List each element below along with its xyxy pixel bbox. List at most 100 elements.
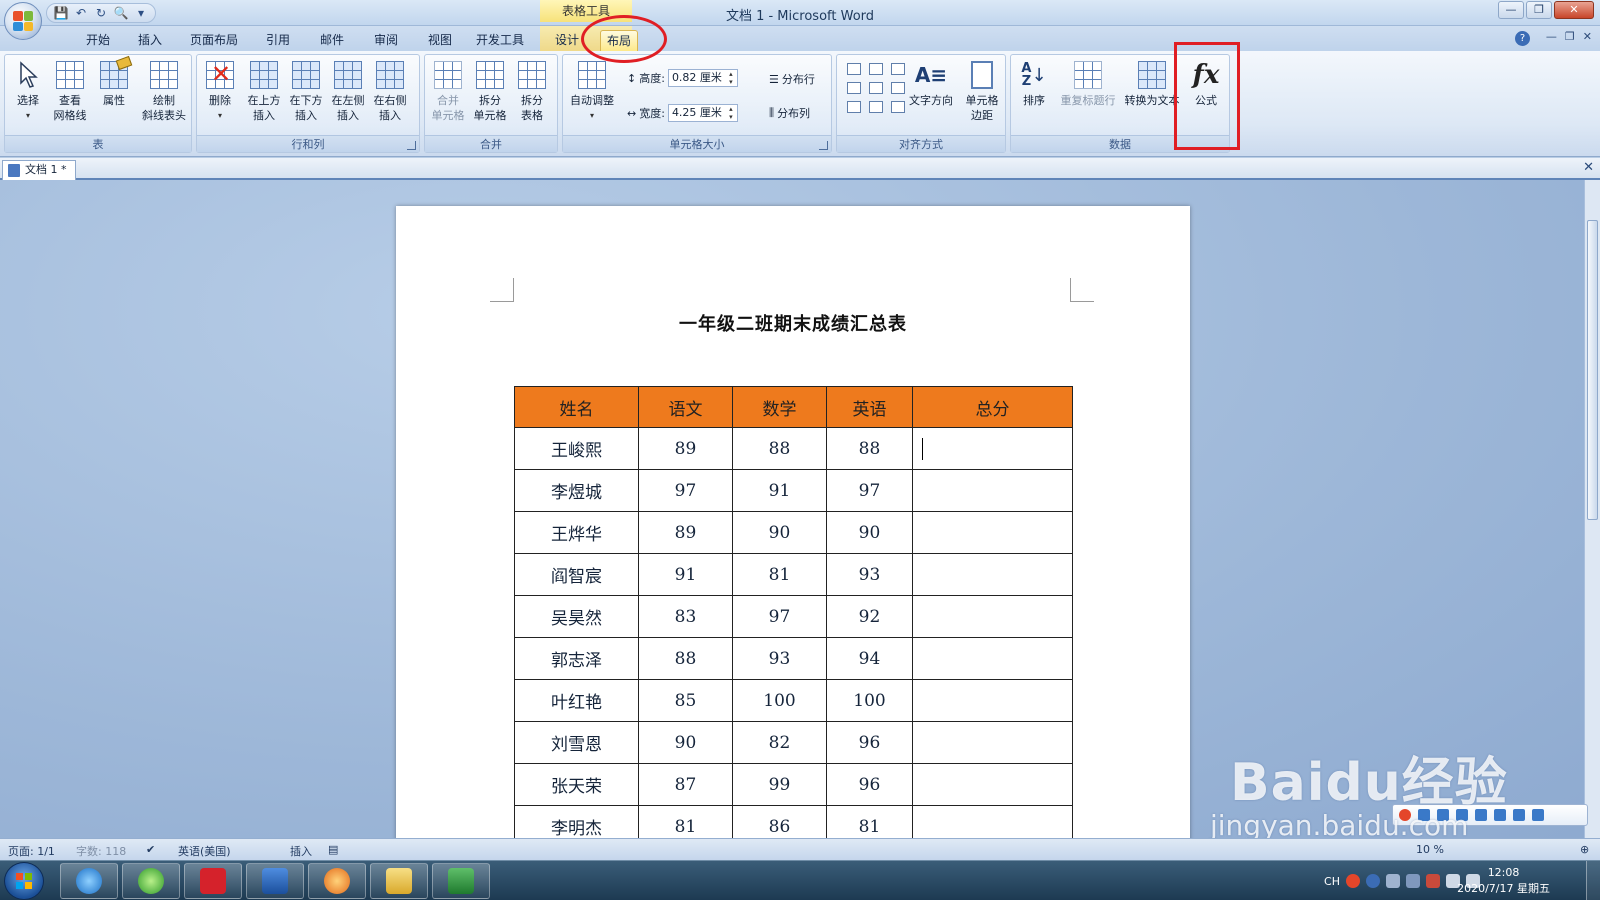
doc-minimize-icon[interactable]: —: [1546, 30, 1557, 43]
maximize-button[interactable]: ❐: [1526, 1, 1552, 19]
table-cell[interactable]: 叶红艳: [514, 679, 639, 722]
status-zoom-level[interactable]: 10 %: [1416, 843, 1444, 856]
table-cell[interactable]: 81: [826, 805, 913, 838]
tab-6[interactable]: 视图: [422, 30, 458, 51]
align-bottom-left-icon[interactable]: [847, 101, 861, 113]
distribute-rows-button[interactable]: ☰ 分布行: [769, 71, 815, 87]
doc-close-icon[interactable]: ✕: [1583, 30, 1592, 43]
table-cell[interactable]: 83: [638, 595, 733, 638]
table-cell[interactable]: 87: [638, 763, 733, 806]
ime-tools-icon[interactable]: [1532, 809, 1544, 821]
status-page[interactable]: 页面: 1/1: [8, 843, 55, 859]
table-cell[interactable]: 90: [826, 511, 913, 554]
align-top-left-icon[interactable]: [847, 63, 861, 75]
document-tab[interactable]: 文档 1 *: [2, 160, 76, 180]
insert-right-button[interactable]: 在右侧 插入: [369, 59, 411, 123]
table-cell[interactable]: 100: [732, 679, 827, 722]
column-header[interactable]: 姓名: [514, 386, 639, 428]
table-cell[interactable]: 郭志泽: [514, 637, 639, 680]
delete-button[interactable]: ✕ 删除 ▾: [199, 59, 241, 123]
table-cell[interactable]: 张天荣: [514, 763, 639, 806]
ime-mode-icon[interactable]: [1418, 809, 1430, 821]
minimize-button[interactable]: —: [1498, 1, 1524, 19]
table-cell[interactable]: 89: [638, 427, 733, 470]
print-preview-icon[interactable]: 🔍: [113, 5, 129, 21]
table-cell[interactable]: 97: [732, 595, 827, 638]
rows-columns-launcher-icon[interactable]: [407, 141, 416, 150]
align-middle-left-icon[interactable]: [847, 82, 861, 94]
table-cell[interactable]: 91: [638, 553, 733, 596]
column-header[interactable]: 语文: [638, 386, 733, 428]
sort-button[interactable]: A Z ↓ 排序: [1013, 59, 1055, 108]
table-cell[interactable]: 90: [638, 721, 733, 764]
table-cell[interactable]: 85: [638, 679, 733, 722]
chevron-down-icon[interactable]: ▾: [133, 5, 149, 21]
text-direction-button[interactable]: A≡ 文字方向: [905, 59, 957, 108]
split-table-button[interactable]: 拆分 表格: [511, 59, 553, 123]
table-cell[interactable]: [912, 553, 1073, 596]
table-cell[interactable]: 刘雪恩: [514, 721, 639, 764]
office-button[interactable]: [4, 2, 42, 40]
table-cell[interactable]: 82: [732, 721, 827, 764]
tab-2[interactable]: 页面布局: [184, 30, 244, 51]
repeat-header-rows-button[interactable]: 重复标题行: [1057, 59, 1119, 108]
table-cell[interactable]: 81: [638, 805, 733, 838]
convert-to-text-button[interactable]: 转换为文本: [1121, 59, 1183, 108]
save-icon[interactable]: 💾: [53, 5, 69, 21]
table-cell[interactable]: 97: [826, 469, 913, 512]
tab-0[interactable]: 开始: [80, 30, 116, 51]
merge-cells-button[interactable]: 合并 单元格: [427, 59, 469, 123]
split-cells-button[interactable]: 拆分 单元格: [469, 59, 511, 123]
taskbar-media[interactable]: [308, 863, 366, 899]
table-cell[interactable]: 94: [826, 637, 913, 680]
tab-3[interactable]: 引用: [260, 30, 296, 51]
properties-button[interactable]: 属性: [93, 55, 135, 108]
column-header[interactable]: 数学: [732, 386, 827, 428]
view-gridlines-button[interactable]: 查看 网格线: [49, 59, 91, 123]
table-cell[interactable]: 89: [638, 511, 733, 554]
autofit-button[interactable]: 自动调整 ▾: [565, 59, 619, 123]
scrollbar-thumb[interactable]: [1587, 220, 1598, 520]
tray-lang[interactable]: CH: [1324, 875, 1340, 888]
taskbar-excel[interactable]: [432, 863, 490, 899]
table-cell[interactable]: 92: [826, 595, 913, 638]
taskbar-ie[interactable]: [60, 863, 118, 899]
table-cell[interactable]: 李煜城: [514, 469, 639, 512]
table-cell[interactable]: 93: [732, 637, 827, 680]
spellcheck-icon[interactable]: ✔: [146, 843, 155, 856]
table-cell[interactable]: 王烨华: [514, 511, 639, 554]
cell-margins-button[interactable]: 单元格 边距: [959, 59, 1005, 123]
table-cell[interactable]: [912, 637, 1073, 680]
cell-size-launcher-icon[interactable]: [819, 141, 828, 150]
table-cell[interactable]: 李明杰: [514, 805, 639, 838]
ime-voice-icon[interactable]: [1475, 809, 1487, 821]
height-input[interactable]: 0.82 厘米: [667, 69, 738, 87]
sogou-tray-icon[interactable]: [1346, 874, 1360, 888]
network-tray-icon[interactable]: [1406, 874, 1420, 888]
document-page[interactable]: 一年级二班期末成绩汇总表 姓名 语文 数学 英语 总分 王峻熙 89 88 88 李煜城 97 91…: [396, 206, 1190, 838]
tab-1[interactable]: 插入: [132, 30, 168, 51]
zoom-in-icon[interactable]: ⊕: [1580, 843, 1589, 856]
taskbar-explorer[interactable]: [370, 863, 428, 899]
close-button[interactable]: ✕: [1554, 1, 1594, 19]
table-cell[interactable]: 96: [826, 721, 913, 764]
align-middle-center-icon[interactable]: [869, 82, 883, 94]
taskbar-word[interactable]: [246, 863, 304, 899]
table-cell[interactable]: [912, 763, 1073, 806]
table-cell[interactable]: [912, 511, 1073, 554]
ime-toolbar[interactable]: [1392, 804, 1588, 826]
tab-9[interactable]: 布局: [600, 30, 639, 51]
column-header[interactable]: 总分: [912, 386, 1073, 428]
column-header[interactable]: 英语: [826, 386, 913, 428]
table-cell[interactable]: 91: [732, 469, 827, 512]
taskbar-browser[interactable]: [122, 863, 180, 899]
status-insert-mode[interactable]: 插入: [290, 843, 312, 859]
table-cell[interactable]: [912, 805, 1073, 838]
table-cell[interactable]: 阎智宸: [514, 553, 639, 596]
redo-icon[interactable]: ↻: [93, 5, 109, 21]
table-cell[interactable]: [912, 679, 1073, 722]
status-word-count[interactable]: 字数: 118: [76, 843, 126, 859]
tab-8[interactable]: 设计: [549, 30, 585, 51]
vertical-scrollbar[interactable]: [1584, 180, 1600, 838]
ime-keyboard-icon[interactable]: [1494, 809, 1506, 821]
